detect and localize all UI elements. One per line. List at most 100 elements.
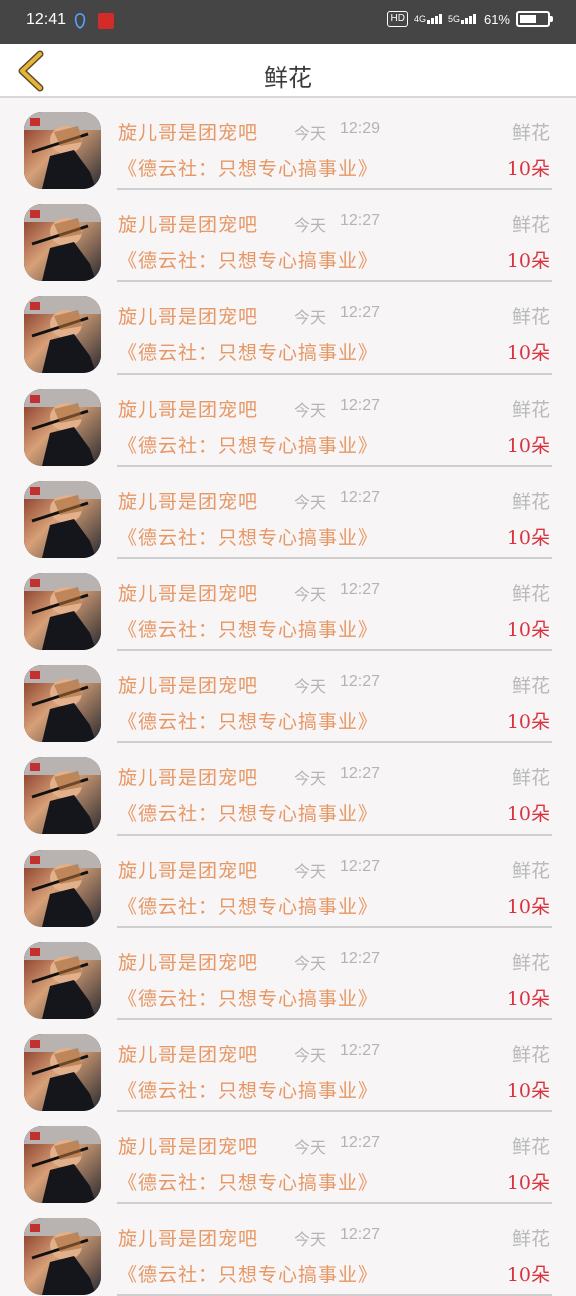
book-title[interactable]: 《德云社：只想专心搞事业》 bbox=[118, 984, 378, 1011]
status-time: 12:41 bbox=[26, 11, 67, 28]
signal-4g-icon: 4G bbox=[414, 14, 442, 24]
book-title[interactable]: 《德云社：只想专心搞事业》 bbox=[118, 431, 378, 458]
sender-name: 旋儿哥是团宠吧 bbox=[118, 582, 259, 605]
list-item[interactable]: 旋儿哥是团宠吧 今天 12:27 鲜花 《德云社：只想专心搞事业》 10朵 bbox=[0, 1020, 576, 1113]
sender-name: 旋儿哥是团宠吧 bbox=[118, 398, 259, 421]
gift-type: 鲜花 bbox=[511, 675, 550, 698]
gift-count: 10朵 bbox=[506, 803, 550, 826]
book-title[interactable]: 《德云社：只想专心搞事业》 bbox=[118, 1076, 378, 1103]
book-title[interactable]: 《德云社：只想专心搞事业》 bbox=[118, 154, 378, 181]
battery-fill bbox=[520, 15, 536, 23]
book-title[interactable]: 《德云社：只想专心搞事业》 bbox=[118, 892, 378, 919]
sender-name: 旋儿哥是团宠吧 bbox=[118, 951, 259, 974]
record-time: 12:27 bbox=[340, 304, 381, 322]
record-time: 12:27 bbox=[340, 488, 381, 506]
gift-type: 鲜花 bbox=[511, 1043, 550, 1066]
record-day: 今天 bbox=[294, 584, 327, 604]
record-time: 12:27 bbox=[340, 765, 381, 783]
gift-type: 鲜花 bbox=[511, 1136, 550, 1159]
record-time: 12:27 bbox=[340, 396, 381, 414]
gift-count: 10朵 bbox=[506, 342, 550, 365]
avatar[interactable] bbox=[24, 572, 101, 650]
record-time: 12:27 bbox=[340, 949, 381, 967]
book-title[interactable]: 《德云社：只想专心搞事业》 bbox=[118, 246, 378, 273]
list-item[interactable]: 旋儿哥是团宠吧 今天 12:27 鲜花 《德云社：只想专心搞事业》 10朵 bbox=[0, 467, 576, 559]
avatar[interactable] bbox=[24, 480, 101, 558]
list-item[interactable]: 旋儿哥是团宠吧 今天 12:27 鲜花 《德云社：只想专心搞事业》 10朵 bbox=[0, 836, 576, 928]
record-time: 12:27 bbox=[340, 1134, 381, 1152]
gift-record-list[interactable]: 旋儿哥是团宠吧 今天 12:29 鲜花 《德云社：只想专心搞事业》 10朵 旋儿… bbox=[0, 98, 576, 1296]
avatar[interactable] bbox=[24, 665, 101, 743]
book-title[interactable]: 《德云社：只想专心搞事业》 bbox=[118, 523, 378, 550]
sender-name: 旋儿哥是团宠吧 bbox=[118, 490, 259, 513]
list-item[interactable]: 旋儿哥是团宠吧 今天 12:27 鲜花 《德云社：只想专心搞事业》 10朵 bbox=[0, 1204, 576, 1296]
list-item[interactable]: 旋儿哥是团宠吧 今天 12:27 鲜花 《德云社：只想专心搞事业》 10朵 bbox=[0, 743, 576, 836]
gift-count: 10朵 bbox=[506, 250, 550, 273]
book-title[interactable]: 《德云社：只想专心搞事业》 bbox=[118, 799, 378, 826]
gift-count: 10朵 bbox=[506, 711, 550, 734]
signal-5g-icon: 5G bbox=[448, 14, 476, 24]
record-day: 今天 bbox=[294, 400, 327, 420]
record-day: 今天 bbox=[294, 1138, 327, 1158]
sender-name: 旋儿哥是团宠吧 bbox=[118, 1136, 259, 1159]
record-day: 今天 bbox=[294, 308, 327, 328]
record-time: 12:29 bbox=[340, 120, 381, 137]
list-item[interactable]: 旋儿哥是团宠吧 今天 12:27 鲜花 《德云社：只想专心搞事业》 10朵 bbox=[0, 282, 576, 375]
book-title[interactable]: 《德云社：只想专心搞事业》 bbox=[118, 338, 378, 365]
app-notification-icon bbox=[98, 13, 114, 29]
record-day: 今天 bbox=[294, 861, 327, 881]
list-item[interactable]: 旋儿哥是团宠吧 今天 12:29 鲜花 《德云社：只想专心搞事业》 10朵 bbox=[0, 98, 576, 191]
sender-name: 旋儿哥是团宠吧 bbox=[118, 306, 259, 329]
book-title[interactable]: 《德云社：只想专心搞事业》 bbox=[118, 615, 378, 642]
gift-type: 鲜花 bbox=[511, 490, 550, 513]
list-item[interactable]: 旋儿哥是团宠吧 今天 12:27 鲜花 《德云社：只想专心搞事业》 10朵 bbox=[0, 190, 576, 283]
status-bar: 12:41 HD 4G 5G 61% bbox=[0, 0, 576, 44]
record-day: 今天 bbox=[294, 216, 327, 236]
list-item[interactable]: 旋儿哥是团宠吧 今天 12:27 鲜花 《德云社：只想专心搞事业》 10朵 bbox=[0, 651, 576, 744]
record-time: 12:27 bbox=[340, 212, 381, 230]
gift-type: 鲜花 bbox=[511, 951, 550, 974]
status-indicators: HD 4G 5G 61% bbox=[387, 11, 553, 27]
avatar[interactable] bbox=[24, 388, 101, 466]
hd-badge: HD bbox=[387, 11, 408, 27]
avatar[interactable] bbox=[24, 1126, 101, 1204]
avatar[interactable] bbox=[24, 757, 101, 835]
list-item[interactable]: 旋儿哥是团宠吧 今天 12:27 鲜花 《德云社：只想专心搞事业》 10朵 bbox=[0, 559, 576, 652]
avatar[interactable] bbox=[24, 941, 101, 1019]
book-title[interactable]: 《德云社：只想专心搞事业》 bbox=[118, 1168, 378, 1195]
record-day: 今天 bbox=[294, 1230, 327, 1250]
record-day: 今天 bbox=[294, 124, 327, 143]
battery-percent: 61% bbox=[483, 11, 510, 27]
gift-type: 鲜花 bbox=[511, 1228, 550, 1251]
sender-name: 旋儿哥是团宠吧 bbox=[118, 214, 259, 237]
book-title[interactable]: 《德云社：只想专心搞事业》 bbox=[118, 1260, 378, 1287]
sender-name: 旋儿哥是团宠吧 bbox=[118, 767, 259, 790]
battery-icon bbox=[516, 11, 553, 27]
avatar[interactable] bbox=[24, 296, 101, 374]
avatar[interactable] bbox=[24, 204, 101, 282]
gift-type: 鲜花 bbox=[511, 122, 550, 144]
list-item[interactable]: 旋儿哥是团宠吧 今天 12:27 鲜花 《德云社：只想专心搞事业》 10朵 bbox=[0, 928, 576, 1020]
avatar[interactable] bbox=[24, 112, 101, 189]
gift-count: 10朵 bbox=[506, 434, 550, 457]
list-item[interactable]: 旋儿哥是团宠吧 今天 12:27 鲜花 《德云社：只想专心搞事业》 10朵 bbox=[0, 375, 576, 467]
record-time: 12:27 bbox=[340, 1226, 381, 1244]
gift-type: 鲜花 bbox=[511, 398, 550, 421]
record-day: 今天 bbox=[294, 492, 327, 512]
page-title: 鲜花 bbox=[264, 64, 312, 92]
sender-name: 旋儿哥是团宠吧 bbox=[118, 122, 259, 144]
gift-type: 鲜花 bbox=[511, 306, 550, 329]
gift-count: 10朵 bbox=[506, 1079, 550, 1102]
list-item[interactable]: 旋儿哥是团宠吧 今天 12:27 鲜花 《德云社：只想专心搞事业》 10朵 bbox=[0, 1112, 576, 1205]
record-time: 12:27 bbox=[340, 1041, 381, 1059]
book-title[interactable]: 《德云社：只想专心搞事业》 bbox=[118, 707, 378, 734]
sender-name: 旋儿哥是团宠吧 bbox=[118, 1043, 259, 1066]
avatar[interactable] bbox=[24, 1218, 101, 1296]
avatar[interactable] bbox=[24, 1033, 101, 1111]
gift-type: 鲜花 bbox=[511, 582, 550, 605]
network-label-5g: 5G bbox=[447, 14, 460, 24]
gift-count: 10朵 bbox=[506, 1264, 550, 1287]
sender-name: 旋儿哥是团宠吧 bbox=[118, 859, 259, 882]
avatar[interactable] bbox=[24, 849, 101, 927]
gift-count: 10朵 bbox=[506, 1172, 550, 1195]
